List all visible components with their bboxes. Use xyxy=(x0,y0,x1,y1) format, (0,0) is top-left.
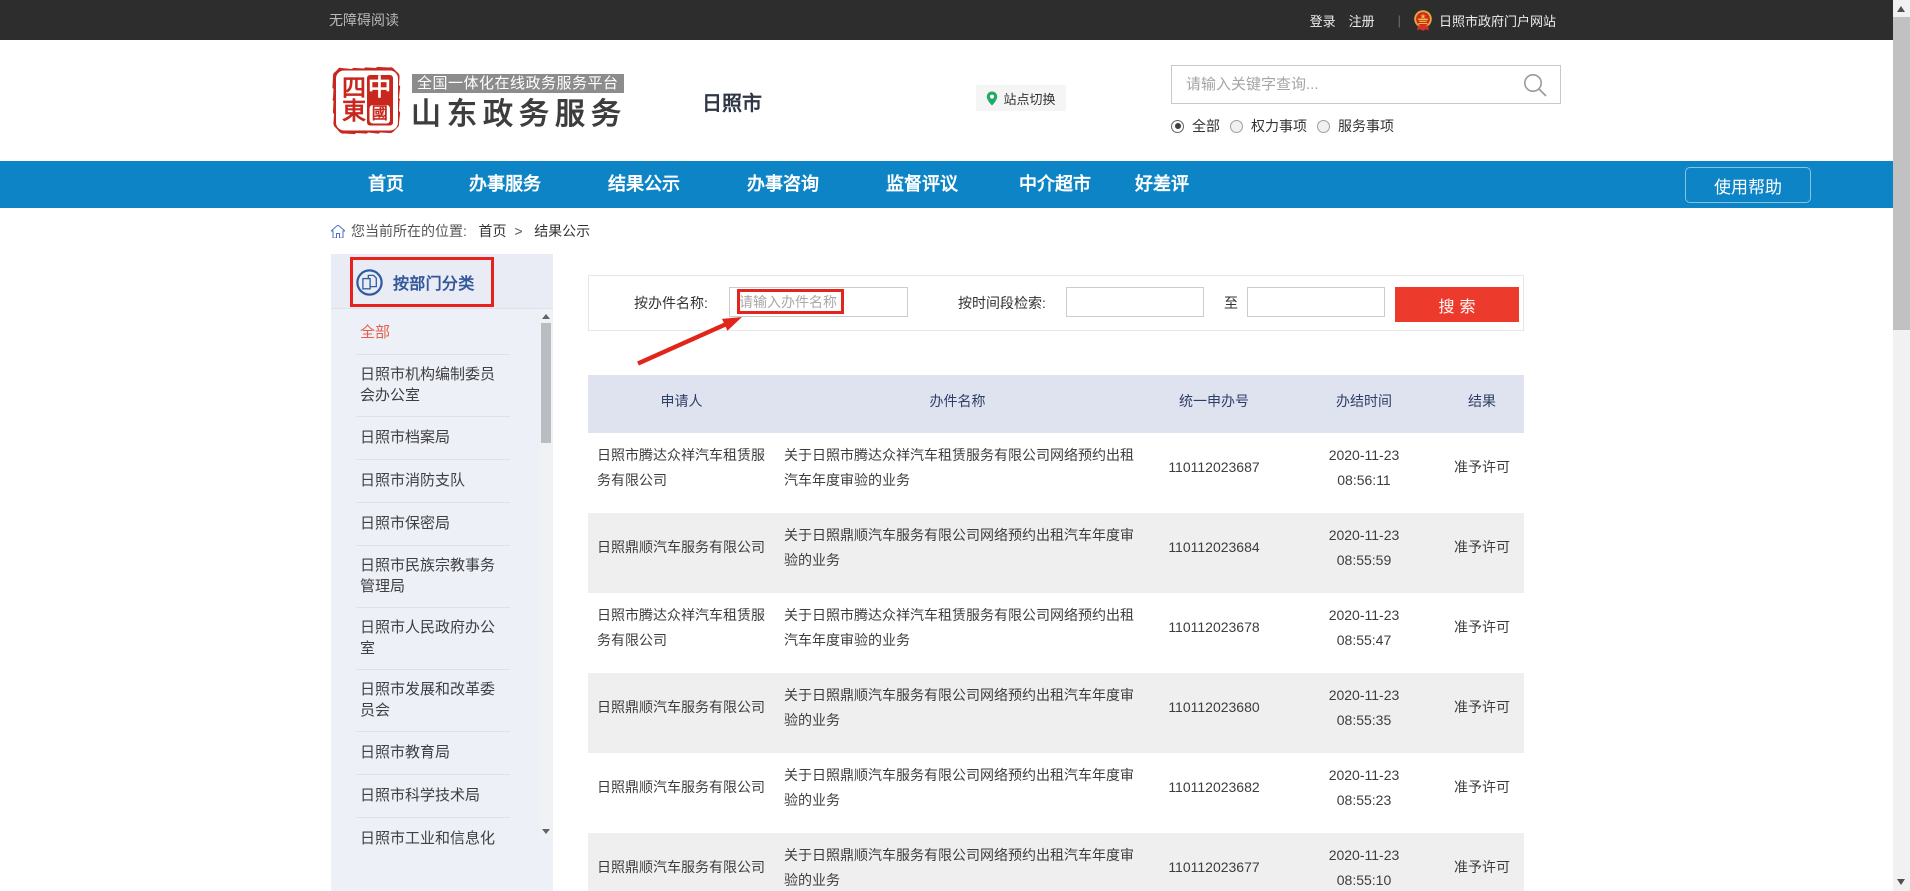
svg-text:東: 東 xyxy=(342,98,366,125)
svg-text:中: 中 xyxy=(368,75,391,100)
svg-text:國: 國 xyxy=(372,104,388,122)
